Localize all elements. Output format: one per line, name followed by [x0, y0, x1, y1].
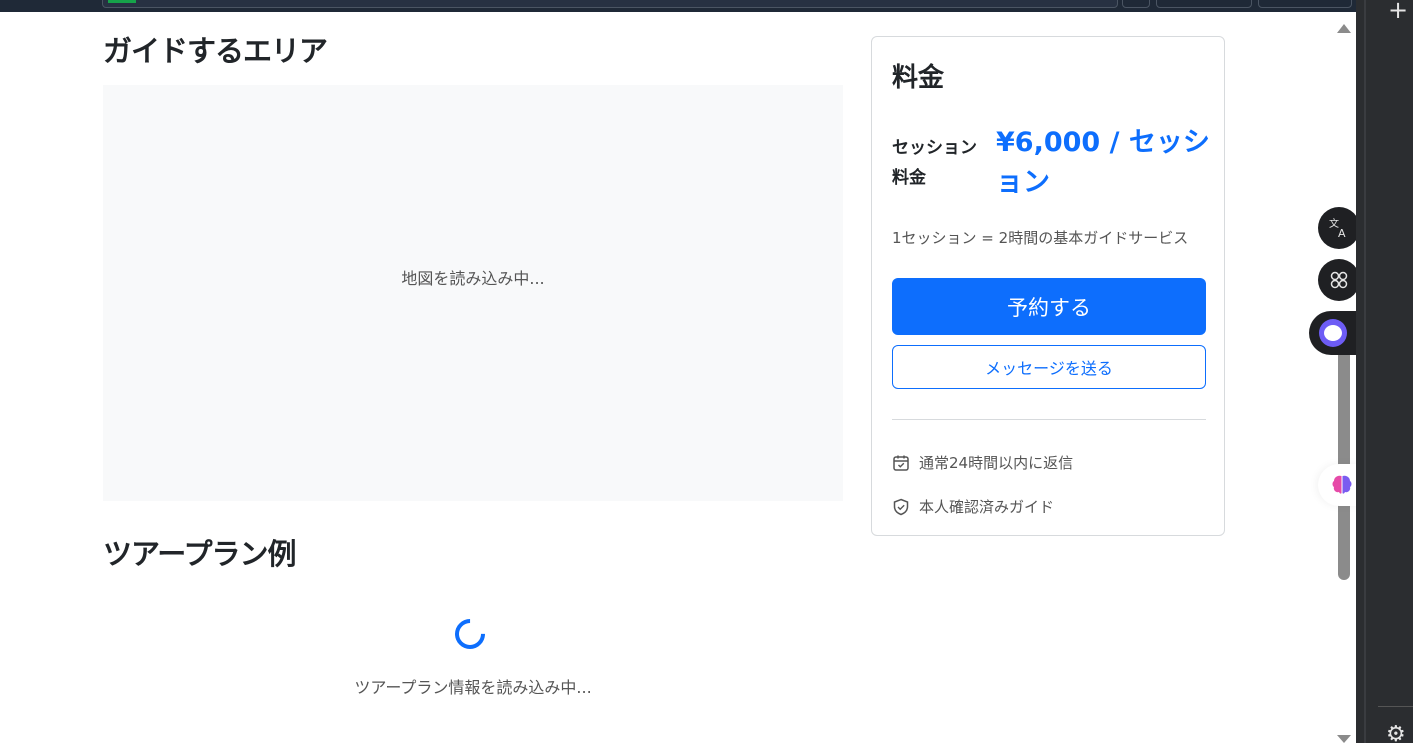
- send-message-button[interactable]: メッセージを送る: [892, 345, 1206, 389]
- response-time-info: 通常24時間以内に返信: [892, 452, 1073, 473]
- map-loading-text: 地図を読み込み中...: [401, 269, 545, 288]
- pricing-card: 料金 セッション料金 ¥6,000 / セッション 1セッション = 2時間の基…: [871, 36, 1225, 536]
- status-chip: [108, 0, 136, 3]
- session-price-label: セッション料金: [892, 138, 977, 188]
- session-note: 1セッション = 2時間の基本ガイドサービス: [892, 229, 1189, 247]
- brain-icon: [1332, 475, 1352, 494]
- shield-icon: [893, 498, 909, 515]
- scroll-down-arrow-icon[interactable]: [1337, 735, 1351, 743]
- ai-assistant-icon: [1319, 319, 1347, 347]
- apps-button[interactable]: [1318, 259, 1360, 301]
- svg-text:A: A: [1338, 227, 1346, 239]
- tour-plan-heading: ツアープラン例: [103, 537, 297, 571]
- loading-spinner-icon: [448, 612, 492, 656]
- verified-guide-text: 本人確認済みガイド: [919, 498, 1055, 516]
- pricing-title: 料金: [892, 63, 945, 93]
- map-container[interactable]: 地図を読み込み中...: [103, 85, 843, 501]
- toolbar-button[interactable]: [1122, 0, 1150, 8]
- calendar-icon: [893, 455, 909, 471]
- scroll-up-arrow-icon[interactable]: [1337, 24, 1351, 33]
- tour-plan-loading-text: ツアープラン情報を読み込み中...: [354, 678, 592, 697]
- book-button[interactable]: 予約する: [892, 278, 1206, 335]
- browser-side-panel: [1356, 0, 1413, 743]
- toolbar-button[interactable]: [1258, 0, 1352, 8]
- apps-icon: [1330, 271, 1348, 289]
- translate-icon: 文 A: [1329, 217, 1346, 239]
- verified-guide-info: 本人確認済みガイド: [892, 496, 1054, 517]
- guide-area-heading: ガイドするエリア: [103, 34, 328, 68]
- settings-gear-icon[interactable]: ⚙: [1386, 722, 1406, 747]
- address-field[interactable]: [102, 0, 1118, 8]
- session-price-value: ¥6,000 / セッション: [996, 127, 1210, 198]
- browser-top-bar: [0, 0, 1356, 12]
- translate-button[interactable]: 文 A: [1318, 207, 1360, 249]
- plus-icon[interactable]: +: [1388, 0, 1408, 24]
- toolbar-button[interactable]: [1156, 0, 1252, 8]
- response-time-text: 通常24時間以内に返信: [919, 454, 1074, 472]
- divider: [892, 419, 1206, 420]
